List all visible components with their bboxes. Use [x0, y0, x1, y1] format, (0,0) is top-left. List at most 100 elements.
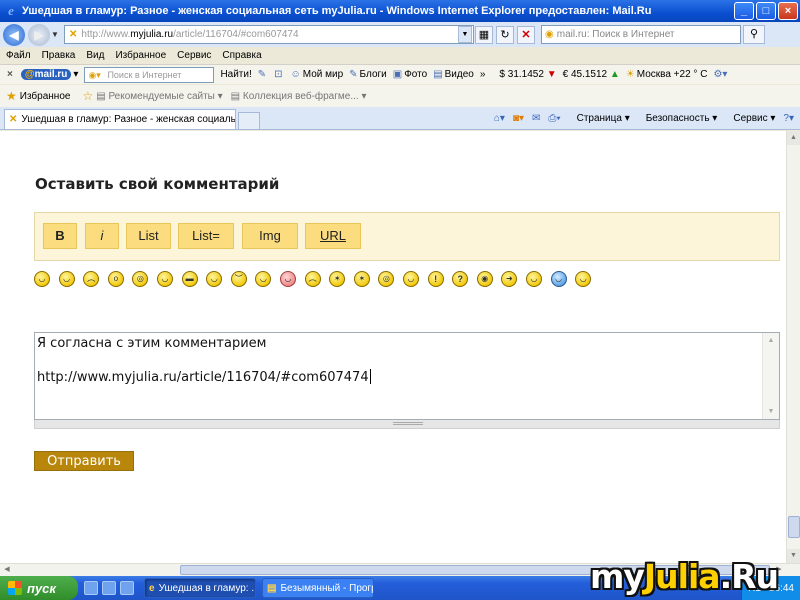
- quicklaunch-icon-2[interactable]: [102, 581, 116, 595]
- address-bar[interactable]: ✕ http://www. myjulia.ru/article/116704/#…: [64, 25, 474, 44]
- scroll-thumb[interactable]: [788, 516, 800, 538]
- scroll-down-icon[interactable]: ▼: [763, 404, 779, 419]
- start-button[interactable]: пуск: [0, 576, 78, 600]
- image-button[interactable]: Img: [242, 223, 298, 249]
- smiley-icon[interactable]: ︶: [230, 271, 247, 287]
- compat-view-icon[interactable]: ▦: [475, 25, 493, 44]
- smiley-icon[interactable]: o: [107, 271, 124, 287]
- find-button[interactable]: Найти!: [220, 69, 251, 80]
- blog-icon: ✎: [349, 69, 358, 80]
- search-icon[interactable]: ⚲: [743, 25, 765, 44]
- bold-button[interactable]: B: [43, 223, 77, 249]
- smiley-icon[interactable]: ◡: [255, 271, 272, 287]
- link-blogs[interactable]: ✎ Блоги: [349, 69, 387, 80]
- tab-active[interactable]: ✕ Ушедшая в гламур: Разное - женская соц…: [4, 109, 236, 129]
- smiley-icon[interactable]: ◡: [58, 271, 75, 287]
- refresh-icon[interactable]: ↻: [496, 25, 514, 44]
- scroll-up-icon[interactable]: ▲: [763, 333, 779, 348]
- smiley-icon[interactable]: ◡: [206, 271, 223, 287]
- smiley-icon[interactable]: ︵: [83, 271, 100, 287]
- link-photo[interactable]: ▣ Фото: [393, 69, 427, 80]
- more-chevron-icon[interactable]: »: [480, 69, 486, 80]
- quicklaunch-icon-1[interactable]: [84, 581, 98, 595]
- smiley-icon[interactable]: ▬: [181, 271, 198, 287]
- link-video[interactable]: ▤ Видео: [433, 69, 474, 80]
- search-provider-icon: ◉: [545, 29, 554, 40]
- window-title-bar[interactable]: e Ушедшая в гламур: Разное - женская соц…: [0, 0, 800, 22]
- url-button[interactable]: URL: [305, 223, 361, 249]
- back-button[interactable]: ◀: [3, 23, 25, 46]
- search-input[interactable]: ◉ mail.ru: Поиск в Интернет: [541, 25, 741, 44]
- menu-view[interactable]: Вид: [86, 50, 104, 61]
- stop-icon[interactable]: ✕: [517, 25, 535, 44]
- smiley-icon[interactable]: ◎: [378, 271, 395, 287]
- help-icon[interactable]: ?▾: [783, 113, 794, 124]
- print-icon[interactable]: ⎙▾: [548, 113, 560, 124]
- smiley-icon[interactable]: ◡: [403, 271, 419, 287]
- close-button[interactable]: ×: [778, 2, 798, 20]
- logo-dropdown-icon[interactable]: ▾: [73, 69, 78, 80]
- menu-security[interactable]: Безопасность ▾: [638, 113, 718, 124]
- rss-icon[interactable]: ◙▾: [513, 113, 524, 124]
- quicklaunch-icon-3[interactable]: [120, 581, 134, 595]
- smiley-icon[interactable]: ?: [452, 271, 469, 287]
- mailru-search-input[interactable]: ◉▾ Поиск в Интернет: [84, 66, 215, 83]
- link-my-world[interactable]: ☺ Мой мир: [291, 69, 344, 80]
- history-dropdown-icon[interactable]: ▼: [50, 30, 60, 39]
- menu-tools[interactable]: Сервис: [177, 50, 211, 61]
- smiley-icon[interactable]: ◡: [157, 271, 173, 287]
- smiley-icon[interactable]: ➜: [501, 271, 518, 287]
- textarea-resize-handle[interactable]: [34, 420, 780, 429]
- italic-button[interactable]: i: [85, 223, 119, 249]
- menu-help[interactable]: Справка: [222, 50, 261, 61]
- menu-service[interactable]: Сервис ▾: [725, 113, 775, 124]
- home-icon[interactable]: ⌂▾: [494, 113, 505, 124]
- numbered-list-button[interactable]: List=: [178, 223, 234, 249]
- submit-button[interactable]: Отправить: [34, 451, 134, 471]
- close-toolbar-icon[interactable]: ×: [7, 69, 13, 80]
- smiley-icon[interactable]: ︵: [304, 271, 321, 287]
- menu-edit[interactable]: Правка: [42, 50, 76, 61]
- smiley-icon[interactable]: !: [427, 271, 444, 287]
- smiley-icon[interactable]: ✶: [329, 271, 346, 287]
- add-favorite-icon[interactable]: ☆: [82, 89, 93, 103]
- comment-textarea[interactable]: Я согласна с этим комментарием http://ww…: [34, 332, 780, 420]
- scroll-up-icon[interactable]: ▲: [787, 131, 800, 145]
- settings-icon[interactable]: ⚙▾: [713, 69, 729, 80]
- smiley-icon[interactable]: ◡: [550, 271, 567, 287]
- menu-favorites[interactable]: Избранное: [115, 50, 166, 61]
- smiley-icon[interactable]: ◡: [526, 271, 542, 287]
- weather[interactable]: ☀ Москва +22 ° C: [626, 69, 708, 80]
- scroll-down-icon[interactable]: ▼: [787, 549, 800, 563]
- site-favicon: ✕: [69, 29, 78, 40]
- menu-file[interactable]: Файл: [6, 50, 31, 61]
- page-vertical-scrollbar[interactable]: ▲ ▼: [786, 131, 800, 563]
- magnifier-icon[interactable]: ⊡: [274, 69, 284, 80]
- menu-page[interactable]: Страница ▾: [569, 113, 630, 124]
- smiley-icon[interactable]: ◉: [476, 271, 493, 287]
- maximize-button[interactable]: □: [756, 2, 776, 20]
- taskbar-item-paint[interactable]: ▤ Безымянный - Прогр...: [262, 578, 374, 598]
- new-tab-button[interactable]: [238, 112, 260, 129]
- smiley-icon[interactable]: ◡: [280, 271, 296, 287]
- smiley-icon[interactable]: ◎: [132, 271, 149, 287]
- scroll-left-icon[interactable]: ◀: [0, 564, 14, 576]
- smiley-icon[interactable]: ◡: [575, 271, 592, 287]
- web-slice-gallery[interactable]: ▤ Коллекция веб-фрагме... ▾: [231, 91, 367, 102]
- favorites-star-icon[interactable]: ★: [6, 89, 17, 103]
- taskbar-item-ie[interactable]: e Ушедшая в гламур: ...: [144, 578, 256, 598]
- recommended-sites[interactable]: ▤ Рекомендуемые сайты ▾: [96, 91, 222, 102]
- textarea-scrollbar[interactable]: ▲ ▼: [762, 333, 779, 419]
- pen-icon[interactable]: ✎: [258, 69, 268, 80]
- ie-icon: e: [149, 582, 155, 594]
- mail-icon[interactable]: ✉: [532, 113, 540, 124]
- smiley-icon[interactable]: ◡: [34, 271, 50, 287]
- list-button[interactable]: List: [126, 223, 171, 249]
- mailru-logo[interactable]: @mail.ru: [20, 69, 72, 80]
- address-dropdown-icon[interactable]: ▼: [458, 26, 472, 43]
- minimize-button[interactable]: _: [734, 2, 754, 20]
- favorites-button[interactable]: Избранное: [20, 91, 71, 102]
- smiley-icon[interactable]: ✶: [353, 271, 370, 287]
- favorites-bar: ★ Избранное ☆ ▤ Рекомендуемые сайты ▾ ▤ …: [0, 85, 800, 107]
- forward-button[interactable]: ▶: [28, 23, 50, 46]
